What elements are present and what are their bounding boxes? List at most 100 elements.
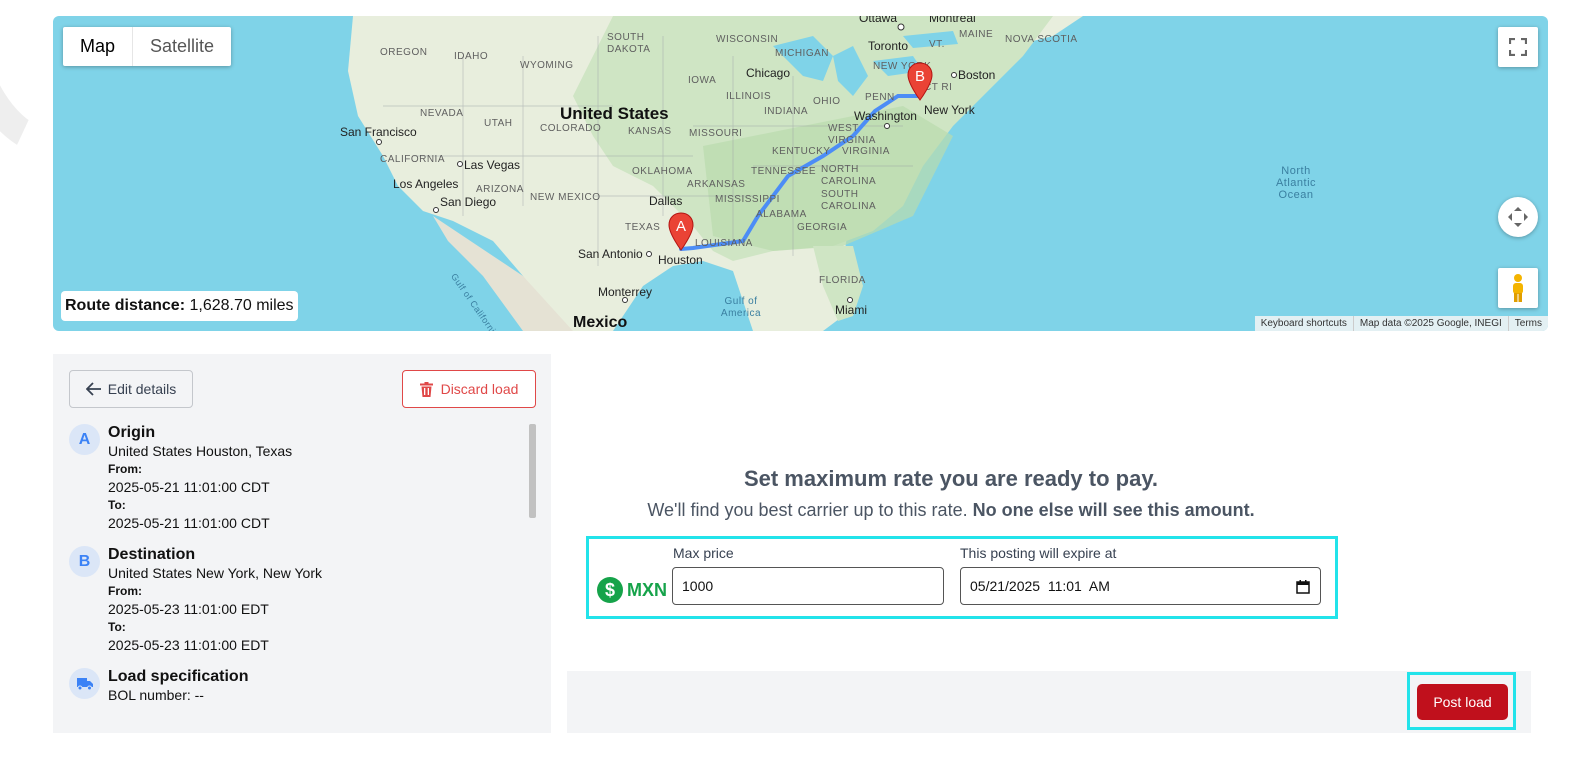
origin-to-value: 2025-05-21 11:01:00 CDT <box>108 515 270 531</box>
map-label-city: Chicago <box>746 66 791 80</box>
map-label-state: NORTH CAROLINA <box>821 164 877 187</box>
map-attribution: Keyboard shortcuts Map data ©2025 Google… <box>1254 316 1548 331</box>
map-label-state: OKLAHOMA <box>632 166 693 177</box>
dollar-coin-icon: $ <box>597 577 623 603</box>
fullscreen-icon <box>1509 38 1527 56</box>
map-label-country: Mexico <box>573 314 628 331</box>
map-camera-control[interactable] <box>1498 197 1538 237</box>
stops-scroll-area[interactable]: A Origin United States Houston, Texas Fr… <box>53 422 537 722</box>
map-label-state: KENTUCKY <box>772 146 831 157</box>
map-label-state: FLORIDA <box>819 275 866 286</box>
map-label-state: OREGON <box>380 47 428 58</box>
map-label-state: NOVA SCOTIA <box>1005 34 1078 45</box>
map-label-state: INDIANA <box>764 106 809 117</box>
truck-icon <box>76 677 93 690</box>
map-data-credit: Map data ©2025 Google, INEGI <box>1352 316 1508 331</box>
map-label-state: MAINE <box>959 29 994 40</box>
destination-marker-letter: B <box>915 68 925 85</box>
map-label-state: VIRGINIA <box>842 146 890 157</box>
rate-subheading-bold: No one else will see this amount. <box>972 500 1255 520</box>
origin-location: United States Houston, Texas <box>108 443 293 459</box>
destination-to-label: To: <box>108 620 126 634</box>
street-view-pegman[interactable] <box>1498 268 1538 308</box>
map-label-country: United States <box>560 104 669 123</box>
map-label-state: TEXAS <box>625 222 661 233</box>
map-label-state: NEVADA <box>420 108 464 119</box>
map-type-satellite-tab[interactable]: Satellite <box>133 27 231 66</box>
route-distance-box: Route distance: 1,628.70 miles <box>61 291 298 321</box>
load-spec-title: Load specification <box>108 668 249 685</box>
rate-subheading: We'll find you best carrier up to this r… <box>575 500 1327 521</box>
map-label-state: UTAH <box>484 118 513 129</box>
origin-from-label: From: <box>108 462 142 476</box>
bol-number: BOL number: -- <box>108 687 204 703</box>
max-price-value: 1000 <box>682 578 714 594</box>
route-map[interactable]: OREGON IDAHO WYOMING SOUTH DAKOTA WISCON… <box>53 16 1548 331</box>
edit-details-button[interactable]: Edit details <box>69 370 193 408</box>
map-label-state: ALABAMA <box>756 209 807 220</box>
route-distance-label: Route distance: <box>65 297 186 314</box>
map-label-state: LOUISIANA <box>695 238 753 249</box>
destination-from-label: From: <box>108 584 142 598</box>
map-label-city: Los Angeles <box>393 177 459 191</box>
expire-label: This posting will expire at <box>960 545 1117 561</box>
discard-load-label: Discard load <box>440 381 519 397</box>
map-label-city: Dallas <box>649 194 683 208</box>
terms-link[interactable]: Terms <box>1507 316 1548 331</box>
destination-location: United States New York, New York <box>108 565 323 581</box>
currency-code: MXN <box>627 579 667 600</box>
map-label-city: Monterrey <box>598 285 653 299</box>
map-label-state: PENN <box>865 92 895 103</box>
map-label-city: Toronto <box>868 39 909 53</box>
rate-heading: Set maximum rate you are ready to pay. <box>743 466 1159 491</box>
expire-datetime-input[interactable]: 05/21/2025 11:01 AM <box>960 567 1321 605</box>
map-label-state: MISSISSIPPI <box>715 194 780 205</box>
map-label-water: Gulf of America <box>720 296 762 319</box>
route-distance-value: 1,628.70 miles <box>189 297 294 314</box>
map-label-state: WYOMING <box>520 60 574 71</box>
map-label-state: CALIFORNIA <box>380 154 446 165</box>
fullscreen-button[interactable] <box>1498 27 1538 67</box>
destination-from-value: 2025-05-23 11:01:00 EDT <box>108 601 269 617</box>
load-details-panel: Edit details Discard load A Origin Unite… <box>53 354 551 733</box>
destination-to-value: 2025-05-23 11:01:00 EDT <box>108 637 269 653</box>
map-type-map-tab[interactable]: Map <box>63 27 134 66</box>
max-price-label: Max price <box>673 545 734 561</box>
destination-badge: B <box>69 546 100 577</box>
origin-marker[interactable]: A <box>668 212 694 252</box>
edit-details-label: Edit details <box>107 381 177 397</box>
map-label-state: VT. <box>929 39 945 50</box>
map-label-state: COLORADO <box>540 123 602 134</box>
map-label-state: GEORGIA <box>797 222 848 233</box>
origin-from-value: 2025-05-21 11:01:00 CDT <box>108 479 270 495</box>
rate-subheading-text: We'll find you best carrier up to this r… <box>647 500 968 520</box>
map-label-state: OHIO <box>813 96 841 107</box>
map-label-city: Miami <box>835 303 867 317</box>
origin-to-label: To: <box>108 498 126 512</box>
origin-title: Origin <box>108 424 156 441</box>
map-label-state: ILLINOIS <box>726 91 772 102</box>
map-label-state: MICHIGAN <box>775 48 829 59</box>
map-label-state: MISSOURI <box>689 128 743 139</box>
map-label-state: SOUTH DAKOTA <box>607 32 651 55</box>
map-label-state: WISCONSIN <box>716 34 779 45</box>
discard-load-button[interactable]: Discard load <box>402 370 536 408</box>
map-label-city: Montreal <box>929 16 976 25</box>
keyboard-shortcuts-link[interactable]: Keyboard shortcuts <box>1255 316 1353 331</box>
pan-arrows-icon <box>1508 207 1528 227</box>
stops-scrollbar[interactable] <box>529 424 536 518</box>
map-label-city: San Antonio <box>578 247 643 261</box>
map-label-state: IOWA <box>688 75 717 86</box>
map-label-state: KANSAS <box>628 126 672 137</box>
rate-form: $ MXN Max price 1000 This posting will e… <box>586 536 1338 619</box>
destination-marker[interactable]: B <box>907 62 933 102</box>
map-label-state: TENNESSEE <box>751 166 817 177</box>
map-label-city: Washington <box>854 109 917 123</box>
origin-badge: A <box>69 424 100 455</box>
map-type-control: Map Satellite <box>63 27 232 66</box>
post-load-button[interactable]: Post load <box>1417 684 1508 720</box>
max-price-input[interactable]: 1000 <box>672 567 944 605</box>
destination-title: Destination <box>108 546 196 563</box>
pegman-icon <box>1513 274 1523 302</box>
calendar-icon[interactable] <box>1296 580 1310 594</box>
